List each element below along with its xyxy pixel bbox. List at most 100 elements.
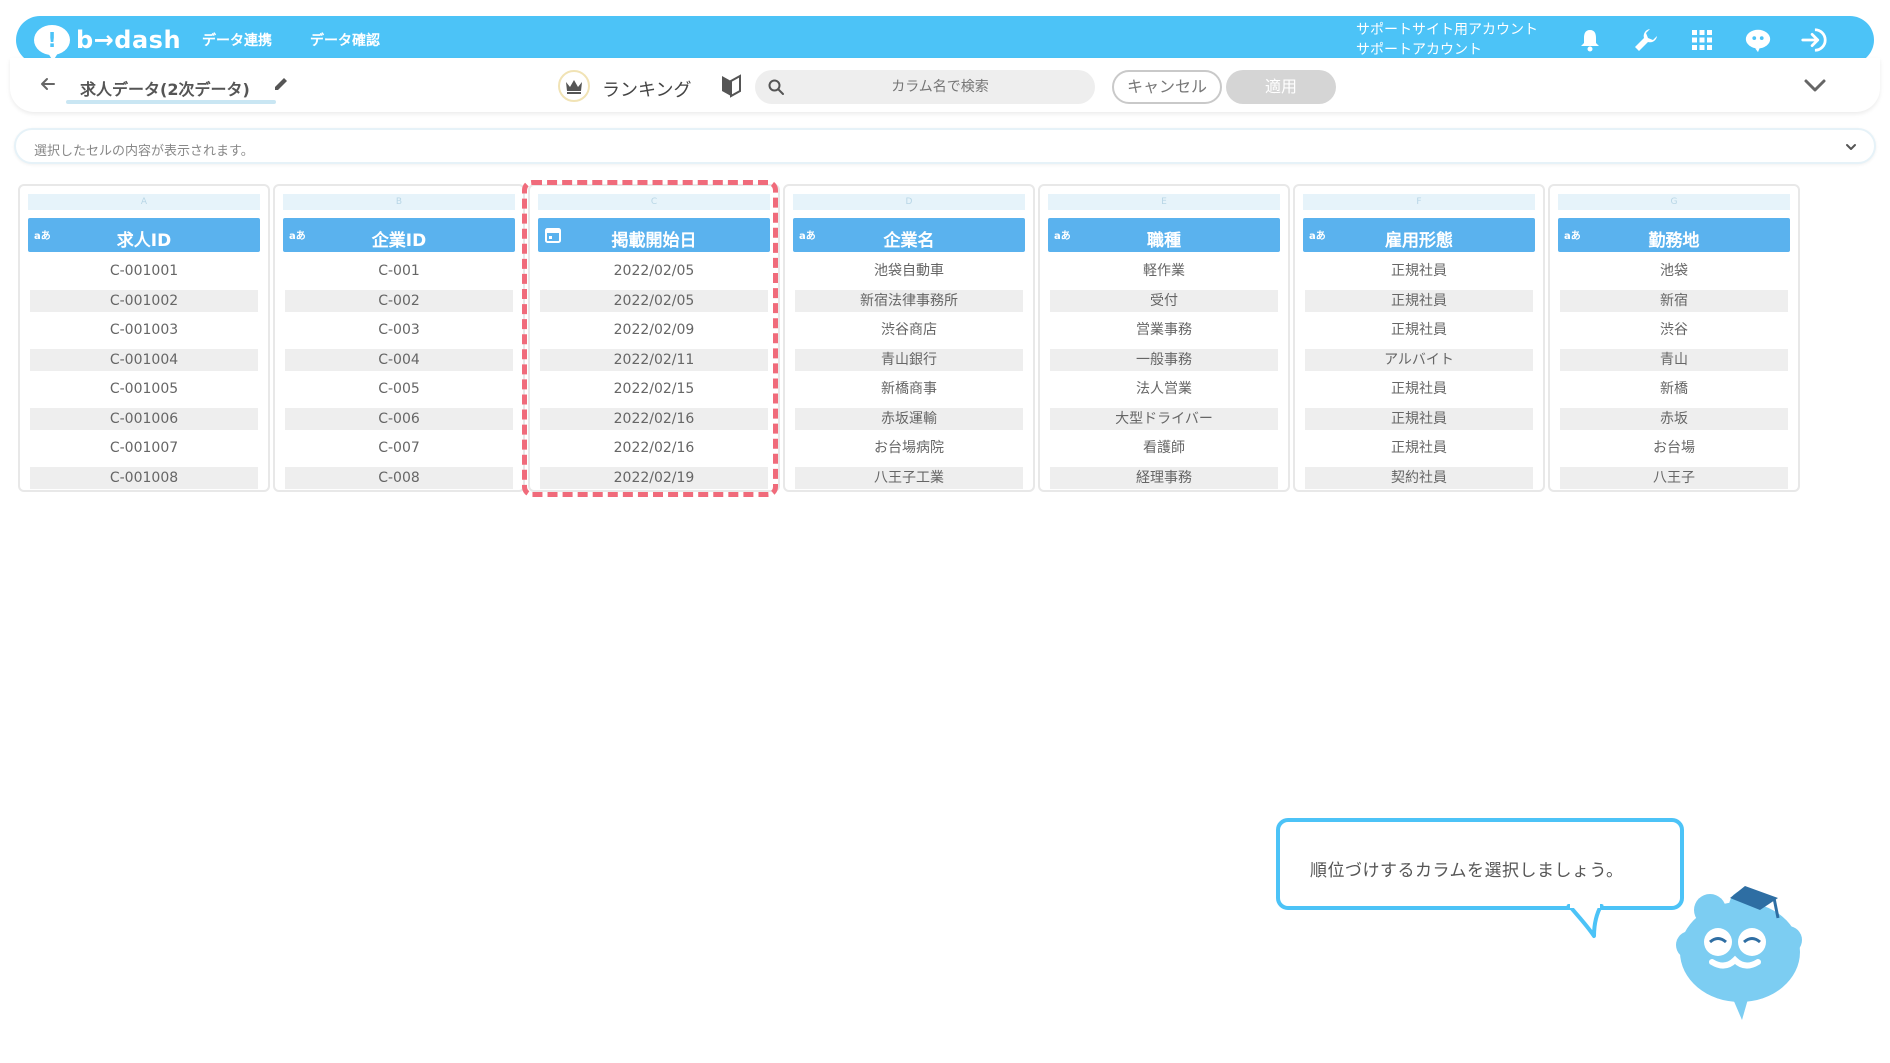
cell[interactable]: C-003 [285,319,513,341]
cell[interactable]: 2022/02/16 [540,407,768,430]
cell[interactable]: 大型ドライバー [1050,407,1278,430]
column-header[interactable]: aあ 職種 [1048,218,1280,252]
column-letter: B [283,194,515,210]
cell[interactable]: 赤坂運輸 [795,407,1023,430]
cell[interactable]: C-008 [285,466,513,489]
cell[interactable]: C-006 [285,407,513,430]
cell[interactable]: 八王子 [1560,466,1788,489]
pencil-icon[interactable] [272,75,290,93]
column-card-g[interactable]: G aあ 勤務地 池袋 新宿 渋谷 青山 新橋 赤坂 お台場 八王子 [1548,184,1800,492]
column-header[interactable]: aあ 企業名 [793,218,1025,252]
wrench-icon[interactable] [1632,26,1660,54]
cell[interactable]: 八王子工業 [795,466,1023,489]
search-icon [767,78,785,96]
cancel-button[interactable]: キャンセル [1112,70,1222,104]
cell[interactable]: 2022/02/19 [540,466,768,489]
cell[interactable]: C-002 [285,289,513,312]
column-card-d[interactable]: D aあ 企業名 池袋自動車 新宿法律事務所 渋谷商店 青山銀行 新橋商事 赤坂… [783,184,1035,492]
cell[interactable]: 2022/02/15 [540,378,768,400]
cell[interactable]: アルバイト [1305,348,1533,371]
cell[interactable]: C-001001 [30,260,258,282]
cell[interactable]: 2022/02/16 [540,437,768,459]
cell[interactable]: 正規社員 [1305,378,1533,400]
cell[interactable]: 看護師 [1050,437,1278,459]
cell-content-bar[interactable]: 選択したセルの内容が表示されます。 [14,128,1876,164]
cell[interactable]: 経理事務 [1050,466,1278,489]
column-header[interactable]: aあ 企業ID [283,218,515,252]
cell[interactable]: C-001006 [30,407,258,430]
cell[interactable]: 新橋商事 [795,378,1023,400]
cell[interactable]: C-001003 [30,319,258,341]
b-dash-logo[interactable]: ! b→dash [34,24,181,61]
column-card-e[interactable]: E aあ 職種 軽作業 受付 営業事務 一般事務 法人営業 大型ドライバー 看護… [1038,184,1290,492]
help-message: 順位づけするカラムを選択しましょう。 [1310,861,1624,881]
cell[interactable]: 青山 [1560,348,1788,371]
column-search-input[interactable] [795,70,1085,104]
account-info[interactable]: サポートサイト用アカウント サポートアカウント [1356,20,1538,60]
column-name: 企業ID [371,231,427,251]
cell[interactable]: 正規社員 [1305,289,1533,312]
cell[interactable]: 新宿 [1560,289,1788,312]
cell[interactable]: 正規社員 [1305,437,1533,459]
back-arrow-icon[interactable] [38,74,58,94]
chevron-down-icon[interactable] [1802,74,1828,96]
nav-data-integration[interactable]: データ連携 [202,30,272,50]
cell[interactable]: 契約社員 [1305,466,1533,489]
cell[interactable]: C-001005 [30,378,258,400]
mascot-chat-icon[interactable] [1744,26,1772,54]
cell[interactable]: C-001002 [30,289,258,312]
cell[interactable]: 2022/02/05 [540,289,768,312]
cell[interactable]: 新橋 [1560,378,1788,400]
cell[interactable]: 2022/02/09 [540,319,768,341]
column-header[interactable]: aあ 雇用形態 [1303,218,1535,252]
cell[interactable]: 正規社員 [1305,319,1533,341]
column-header[interactable]: aあ 求人ID [28,218,260,252]
column-letter: D [793,194,1025,210]
expand-chevron-icon[interactable] [1842,138,1860,156]
cell[interactable]: 一般事務 [1050,348,1278,371]
beginner-mark-icon[interactable] [720,74,742,98]
column-name: 掲載開始日 [611,231,697,251]
mascot-character-icon [1676,886,1802,1020]
nav-data-confirm[interactable]: データ確認 [310,30,380,50]
column-card-a[interactable]: A aあ 求人ID C-001001 C-001002 C-001003 C-0… [18,184,270,492]
column-card-b[interactable]: B aあ 企業ID C-001 C-002 C-003 C-004 C-005 … [273,184,525,492]
cell[interactable]: C-007 [285,437,513,459]
cell[interactable]: 渋谷 [1560,319,1788,341]
crown-icon [558,70,590,102]
column-card-f[interactable]: F aあ 雇用形態 正規社員 正規社員 正規社員 アルバイト 正規社員 正規社員… [1293,184,1545,492]
cell[interactable]: 正規社員 [1305,407,1533,430]
cell[interactable]: 法人営業 [1050,378,1278,400]
column-card-c[interactable]: C 掲載開始日 2022/02/05 2022/02/05 2022/02/09… [528,184,780,492]
cell[interactable]: C-004 [285,348,513,371]
cell[interactable]: 2022/02/11 [540,348,768,371]
column-cells: 正規社員 正規社員 正規社員 アルバイト 正規社員 正規社員 正規社員 契約社員 [1305,260,1533,496]
apps-grid-icon[interactable] [1688,26,1716,54]
cell[interactable]: 2022/02/05 [540,260,768,282]
cell[interactable]: 青山銀行 [795,348,1023,371]
cell[interactable]: 新宿法律事務所 [795,289,1023,312]
cell[interactable]: C-001004 [30,348,258,371]
bell-icon[interactable] [1576,26,1604,54]
cell[interactable]: 池袋自動車 [795,260,1023,282]
cell[interactable]: 渋谷商店 [795,319,1023,341]
cell[interactable]: 正規社員 [1305,260,1533,282]
cell[interactable]: 軽作業 [1050,260,1278,282]
cell[interactable]: C-001007 [30,437,258,459]
column-search[interactable] [755,70,1095,104]
column-header[interactable]: 掲載開始日 [538,218,770,252]
cell[interactable]: 池袋 [1560,260,1788,282]
cell[interactable]: C-001 [285,260,513,282]
cell[interactable]: 受付 [1050,289,1278,312]
dataset-title[interactable]: 求人データ(2次データ) [80,76,250,100]
logout-icon[interactable] [1800,26,1828,54]
cell[interactable]: C-001008 [30,466,258,489]
cell[interactable]: お台場病院 [795,437,1023,459]
cell[interactable]: 営業事務 [1050,319,1278,341]
column-header[interactable]: aあ 勤務地 [1558,218,1790,252]
column-cells: 池袋自動車 新宿法律事務所 渋谷商店 青山銀行 新橋商事 赤坂運輸 お台場病院 … [795,260,1023,496]
cell[interactable]: 赤坂 [1560,407,1788,430]
cell[interactable]: お台場 [1560,437,1788,459]
cell[interactable]: C-005 [285,378,513,400]
apply-button[interactable]: 適用 [1226,70,1336,104]
